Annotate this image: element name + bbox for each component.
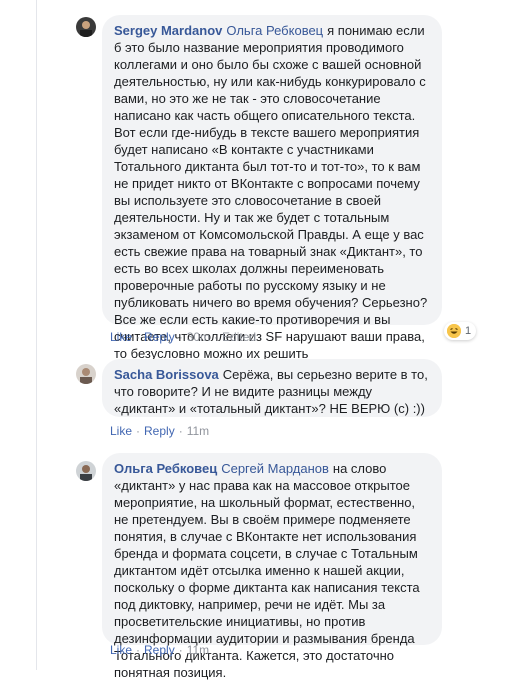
comment-timestamp[interactable]: 11m [187,424,209,438]
like-button[interactable]: Like [110,330,132,344]
like-button[interactable]: Like [110,643,132,657]
reply-button[interactable]: Reply [144,424,175,438]
reaction-count-value: 1 [465,325,472,337]
reply-button[interactable]: Reply [144,643,175,657]
user-photo-icon [76,461,96,481]
comment-actions: Like · Reply · 11m [110,424,209,438]
comment-text: я понимаю если б это было название мероп… [114,23,428,310]
mention-link[interactable]: Сергей Марданов [221,461,329,476]
comment-timestamp[interactable]: 30m [187,330,210,344]
like-button[interactable]: Like [110,424,132,438]
comment-bubble: Sergey Mardanov Ольга Ребковец я понимаю е… [102,15,442,361]
comment-actions: Like · Reply · 11m [110,643,209,657]
reaction-count[interactable]: 1 [444,322,477,340]
comment-actions: Like · Reply · 30m · Edited [110,330,256,344]
separator: · [178,330,183,344]
comment-bubble: Ольга Ребковец Сергей Марданов на слово «д… [102,453,442,680]
reply-button[interactable]: Reply [144,330,175,344]
comment-author[interactable]: Sergey Mardanov [114,23,222,38]
user-photo-icon [76,17,96,37]
edited-label[interactable]: Edited [222,330,256,344]
haha-reaction-icon [447,324,461,338]
comment-author[interactable]: Sacha Borissova [114,367,219,382]
separator: · [178,643,183,657]
user-photo-icon [76,364,96,384]
thread-rail [0,0,37,670]
comment-timestamp[interactable]: 11m [187,643,209,657]
comment-bubble: Sacha Borissova Серёжа, вы серьезно верит… [102,359,442,417]
separator: · [136,643,141,657]
avatar[interactable] [76,461,96,481]
avatar[interactable] [76,364,96,384]
mention-link[interactable]: Ольга Ребковец [226,23,323,38]
separator: · [136,330,141,344]
separator: · [214,330,219,344]
separator: · [136,424,141,438]
comment-author[interactable]: Ольга Ребковец [114,461,217,476]
separator: · [178,424,183,438]
avatar[interactable] [76,17,96,37]
